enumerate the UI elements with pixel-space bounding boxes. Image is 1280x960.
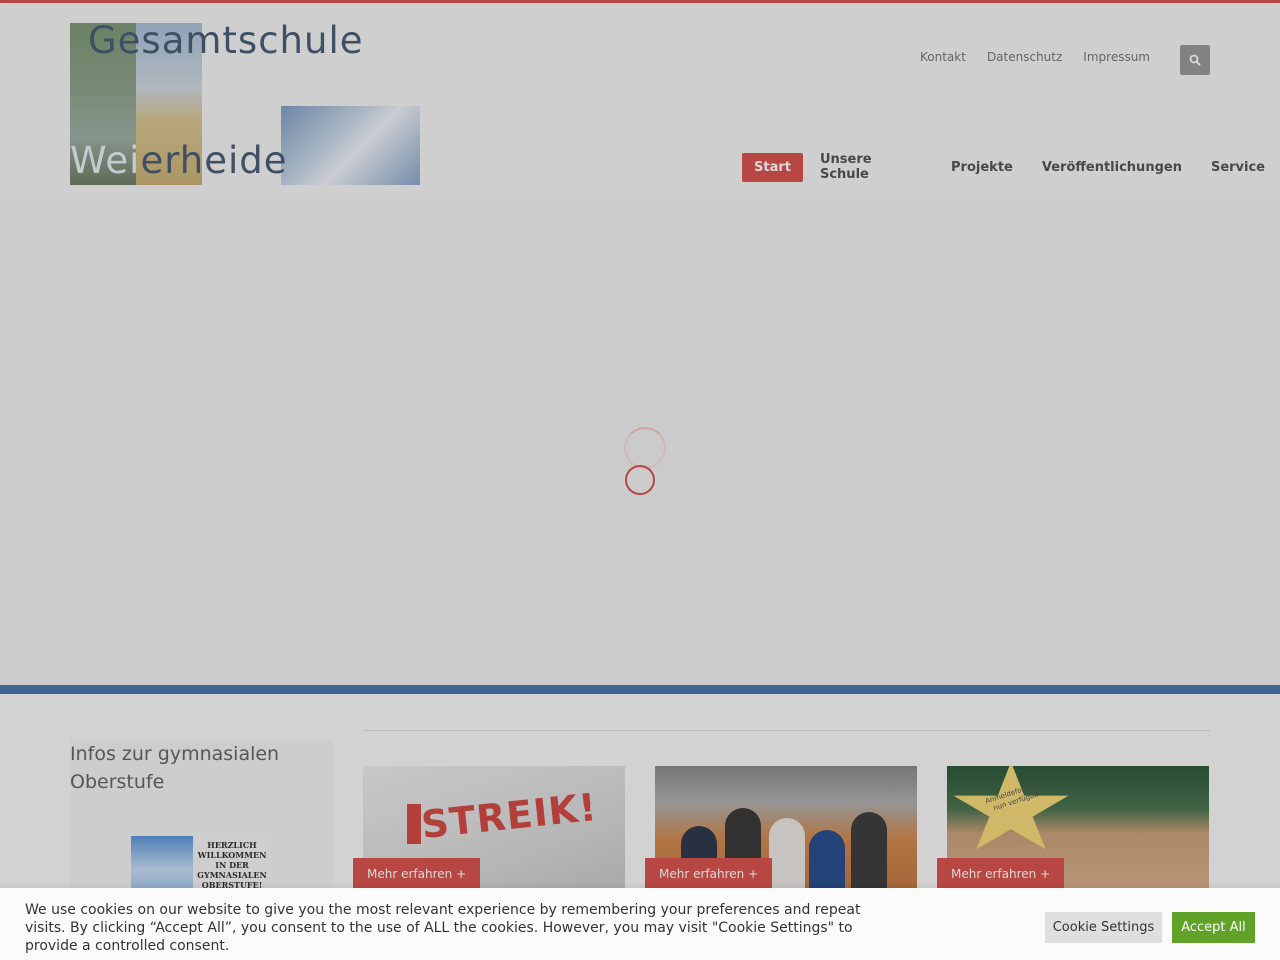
mehr-erfahren-button[interactable]: Mehr erfahren +	[645, 858, 773, 890]
top-nav-datenschutz[interactable]: Datenschutz	[987, 50, 1062, 64]
accept-all-button[interactable]: Accept All	[1172, 912, 1255, 943]
poster-text: HERZLICH WILLKOMMEN IN DER GYMNASIALEN O…	[197, 840, 267, 890]
loading-spinner-inner	[625, 465, 655, 495]
cookie-banner: We use cookies on our website to give yo…	[0, 888, 1280, 960]
person	[769, 818, 805, 888]
main-nav-unsere-schule[interactable]: Unsere Schule	[806, 145, 936, 189]
search-button[interactable]	[1180, 45, 1210, 75]
site-logo[interactable]: Gesamtschule Weierheide	[70, 19, 420, 185]
poster-sky	[131, 836, 193, 892]
person	[851, 812, 887, 888]
search-icon	[1189, 54, 1201, 66]
main-nav-start[interactable]: Start	[742, 152, 803, 182]
section-divider-band	[0, 685, 1280, 694]
cookie-text: We use cookies on our website to give yo…	[25, 902, 861, 954]
oberstufe-poster-image[interactable]: HERZLICH WILLKOMMEN IN DER GYMNASIALEN O…	[131, 836, 271, 892]
top-nav-kontakt[interactable]: Kontakt	[920, 50, 966, 64]
mehr-erfahren-button[interactable]: Mehr erfahren +	[937, 858, 1065, 890]
top-navigation: Kontakt Datenschutz Impressum	[920, 50, 1150, 64]
card-image-text: STREIK!	[419, 784, 600, 848]
loading-spinner-outer	[624, 427, 666, 469]
sidebar-title[interactable]: Infos zur gymnasialen Oberstufe	[70, 740, 333, 796]
main-nav-projekte[interactable]: Projekte	[937, 153, 1027, 182]
person	[809, 830, 845, 888]
main-navigation: Start Unsere Schule Projekte Veröffentli…	[742, 145, 1280, 189]
logo-text-line2: Weierheide	[70, 139, 288, 182]
cookie-settings-button[interactable]: Cookie Settings	[1045, 912, 1162, 943]
star-badge	[953, 766, 1069, 850]
main-nav-veroeffentlichungen[interactable]: Veröffentlichungen	[1028, 153, 1196, 182]
main-nav-service[interactable]: Service	[1197, 153, 1279, 182]
top-nav-impressum[interactable]: Impressum	[1083, 50, 1150, 64]
mehr-erfahren-button[interactable]: Mehr erfahren +	[353, 858, 481, 890]
content-divider	[363, 730, 1210, 731]
site-header: Gesamtschule Weierheide Kontakt Datensch…	[0, 3, 1280, 200]
logo-text-line1: Gesamtschule	[88, 19, 364, 62]
logo-photo-sky	[281, 106, 420, 185]
